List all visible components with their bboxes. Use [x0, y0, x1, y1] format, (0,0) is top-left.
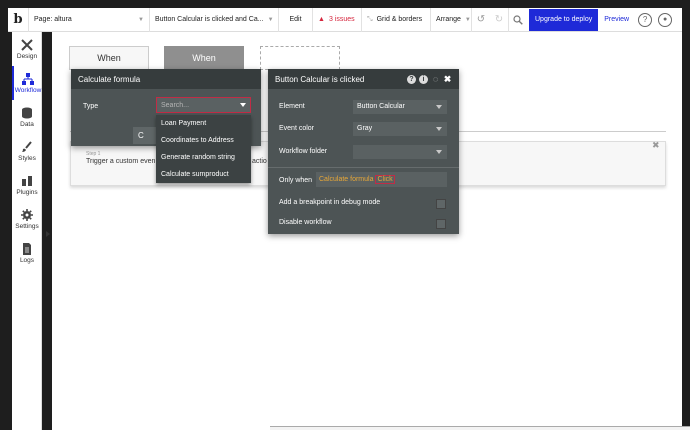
- sidebar-item-label: Logs: [19, 256, 35, 264]
- sidebar-item-label: Styles: [18, 154, 36, 162]
- edit-button[interactable]: Edit: [279, 8, 312, 32]
- brush-icon: [22, 140, 32, 152]
- issues-label: 3 issues: [328, 16, 355, 23]
- type-dropdown-menu: Loan Payment Coordinates to Address Gene…: [156, 115, 251, 183]
- sidebar-item-design[interactable]: Design: [12, 32, 42, 66]
- document-icon: [23, 242, 31, 255]
- sidebar-item-logs[interactable]: Logs: [12, 236, 42, 270]
- sidebar-collapse-arrow[interactable]: [46, 231, 50, 237]
- event-properties-panel: Button Calcular is clicked ? i ◌ ✖ Eleme…: [268, 69, 459, 234]
- workflow-folder-select[interactable]: [353, 145, 447, 159]
- event-color-select[interactable]: Gray: [353, 122, 447, 136]
- search-placeholder: Search...: [161, 102, 190, 109]
- event-color-value: Gray: [357, 125, 373, 132]
- chevron-down-icon: ▼: [138, 16, 144, 23]
- sidebar-item-styles[interactable]: Styles: [12, 134, 42, 168]
- panel-title: Calculate formula: [71, 69, 261, 89]
- event-selector[interactable]: Button Calcular is clicked and Ca... ▼: [150, 8, 278, 32]
- sidebar-item-label: Plugins: [16, 188, 38, 196]
- expression-click-field[interactable]: Click: [375, 175, 395, 184]
- grid-borders-toggle[interactable]: ⤡ Grid & borders: [362, 8, 430, 32]
- upgrade-to-deploy-button[interactable]: Upgrade to deploy: [529, 8, 599, 31]
- preview-button[interactable]: Preview: [598, 16, 635, 23]
- grid-borders-label: Grid & borders: [376, 16, 423, 23]
- event-color-label: Event color: [279, 125, 315, 132]
- event-selector-label: Button Calcular is clicked and Ca...: [155, 16, 264, 23]
- step-text-cut: actio: [252, 158, 267, 165]
- page-preview-strip: [270, 426, 690, 430]
- dropdown-option[interactable]: Coordinates to Address: [156, 132, 251, 149]
- help-icon[interactable]: ?: [407, 74, 416, 84]
- top-bar: b Page: altura ▼ Button Calcular is clic…: [8, 7, 682, 32]
- warning-icon: ▲: [318, 16, 325, 23]
- arrange-label: Arrange: [436, 16, 461, 23]
- design-tools-icon: [21, 38, 33, 51]
- arrange-menu[interactable]: Arrange ▼: [431, 8, 471, 32]
- chevron-down-icon: [436, 127, 442, 131]
- add-event-placeholder[interactable]: [260, 46, 340, 70]
- step-label: Step 1: [86, 151, 101, 157]
- step-text[interactable]: Trigger a custom even: [86, 158, 156, 165]
- close-icon[interactable]: ✖: [443, 74, 452, 84]
- gear-icon: [21, 208, 33, 221]
- grid-icon: ⤡: [367, 15, 373, 23]
- workflow-card[interactable]: When: [69, 46, 149, 70]
- expression-calculate-formula[interactable]: Calculate formula: [319, 176, 373, 183]
- sidebar-item-plugins[interactable]: Plugins: [12, 168, 42, 202]
- only-when-expression[interactable]: Calculate formula Click: [316, 172, 447, 187]
- chevron-down-icon: [240, 103, 246, 107]
- element-value: Button Calcular: [357, 103, 405, 110]
- dropdown-option[interactable]: Calculate sumproduct: [156, 166, 251, 183]
- comment-icon[interactable]: ◌: [431, 74, 440, 84]
- chevron-down-icon: [436, 150, 442, 154]
- sidebar-item-label: Design: [16, 52, 38, 60]
- breakpoint-checkbox[interactable]: [436, 199, 446, 209]
- type-search-input[interactable]: Search...: [156, 97, 251, 113]
- database-icon: [22, 107, 32, 118]
- type-label: Type: [83, 103, 99, 110]
- divider: [268, 167, 459, 168]
- issues-indicator[interactable]: ▲ 3 issues: [313, 8, 361, 32]
- sidebar-item-label: Workflow: [14, 86, 42, 94]
- disable-workflow-checkbox[interactable]: [436, 219, 446, 229]
- element-label: Element: [279, 103, 305, 110]
- breakpoint-label: Add a breakpoint in debug mode: [279, 199, 381, 206]
- sidebar-item-workflow[interactable]: Workflow: [12, 66, 42, 100]
- workflow-card-selected[interactable]: When: [164, 46, 244, 70]
- chevron-down-icon: ▼: [464, 16, 471, 23]
- sidebar-item-settings[interactable]: Settings: [12, 202, 42, 236]
- only-when-label: Only when: [279, 177, 313, 184]
- page-selector[interactable]: Page: altura ▼: [29, 8, 149, 32]
- sidebar-item-data[interactable]: Data: [12, 100, 42, 134]
- bubble-logo[interactable]: b: [8, 8, 28, 32]
- sidebar-item-label: Data: [20, 120, 34, 128]
- panel-header-icons: ? i ◌ ✖: [407, 74, 452, 84]
- user-icon[interactable]: ●: [658, 12, 673, 27]
- dropdown-option[interactable]: Generate random string: [156, 149, 251, 166]
- workflow-icon: [22, 72, 34, 85]
- disable-workflow-label: Disable workflow: [279, 219, 332, 226]
- chevron-down-icon: [436, 105, 442, 109]
- dropdown-option[interactable]: Loan Payment: [156, 115, 251, 132]
- help-icon[interactable]: ?: [638, 12, 653, 27]
- panel-header: Button Calcular is clicked ? i ◌ ✖: [268, 69, 459, 89]
- sidebar-item-label: Settings: [15, 222, 39, 230]
- search-icon[interactable]: [509, 8, 527, 32]
- page-selector-label: Page: altura: [34, 16, 72, 23]
- element-select[interactable]: Button Calcular: [353, 100, 447, 114]
- redo-icon[interactable]: ↻: [490, 8, 508, 32]
- workflow-folder-label: Workflow folder: [279, 148, 328, 155]
- chevron-down-icon: ▼: [267, 16, 274, 23]
- info-icon[interactable]: i: [419, 74, 428, 84]
- undo-icon[interactable]: ↺: [472, 8, 490, 32]
- plug-icon: [22, 175, 32, 186]
- panel-title: Button Calcular is clicked: [275, 74, 365, 84]
- close-icon[interactable]: ✖: [652, 140, 660, 151]
- sidebar: Design Workflow Data Styles Plugins Sett…: [12, 32, 42, 430]
